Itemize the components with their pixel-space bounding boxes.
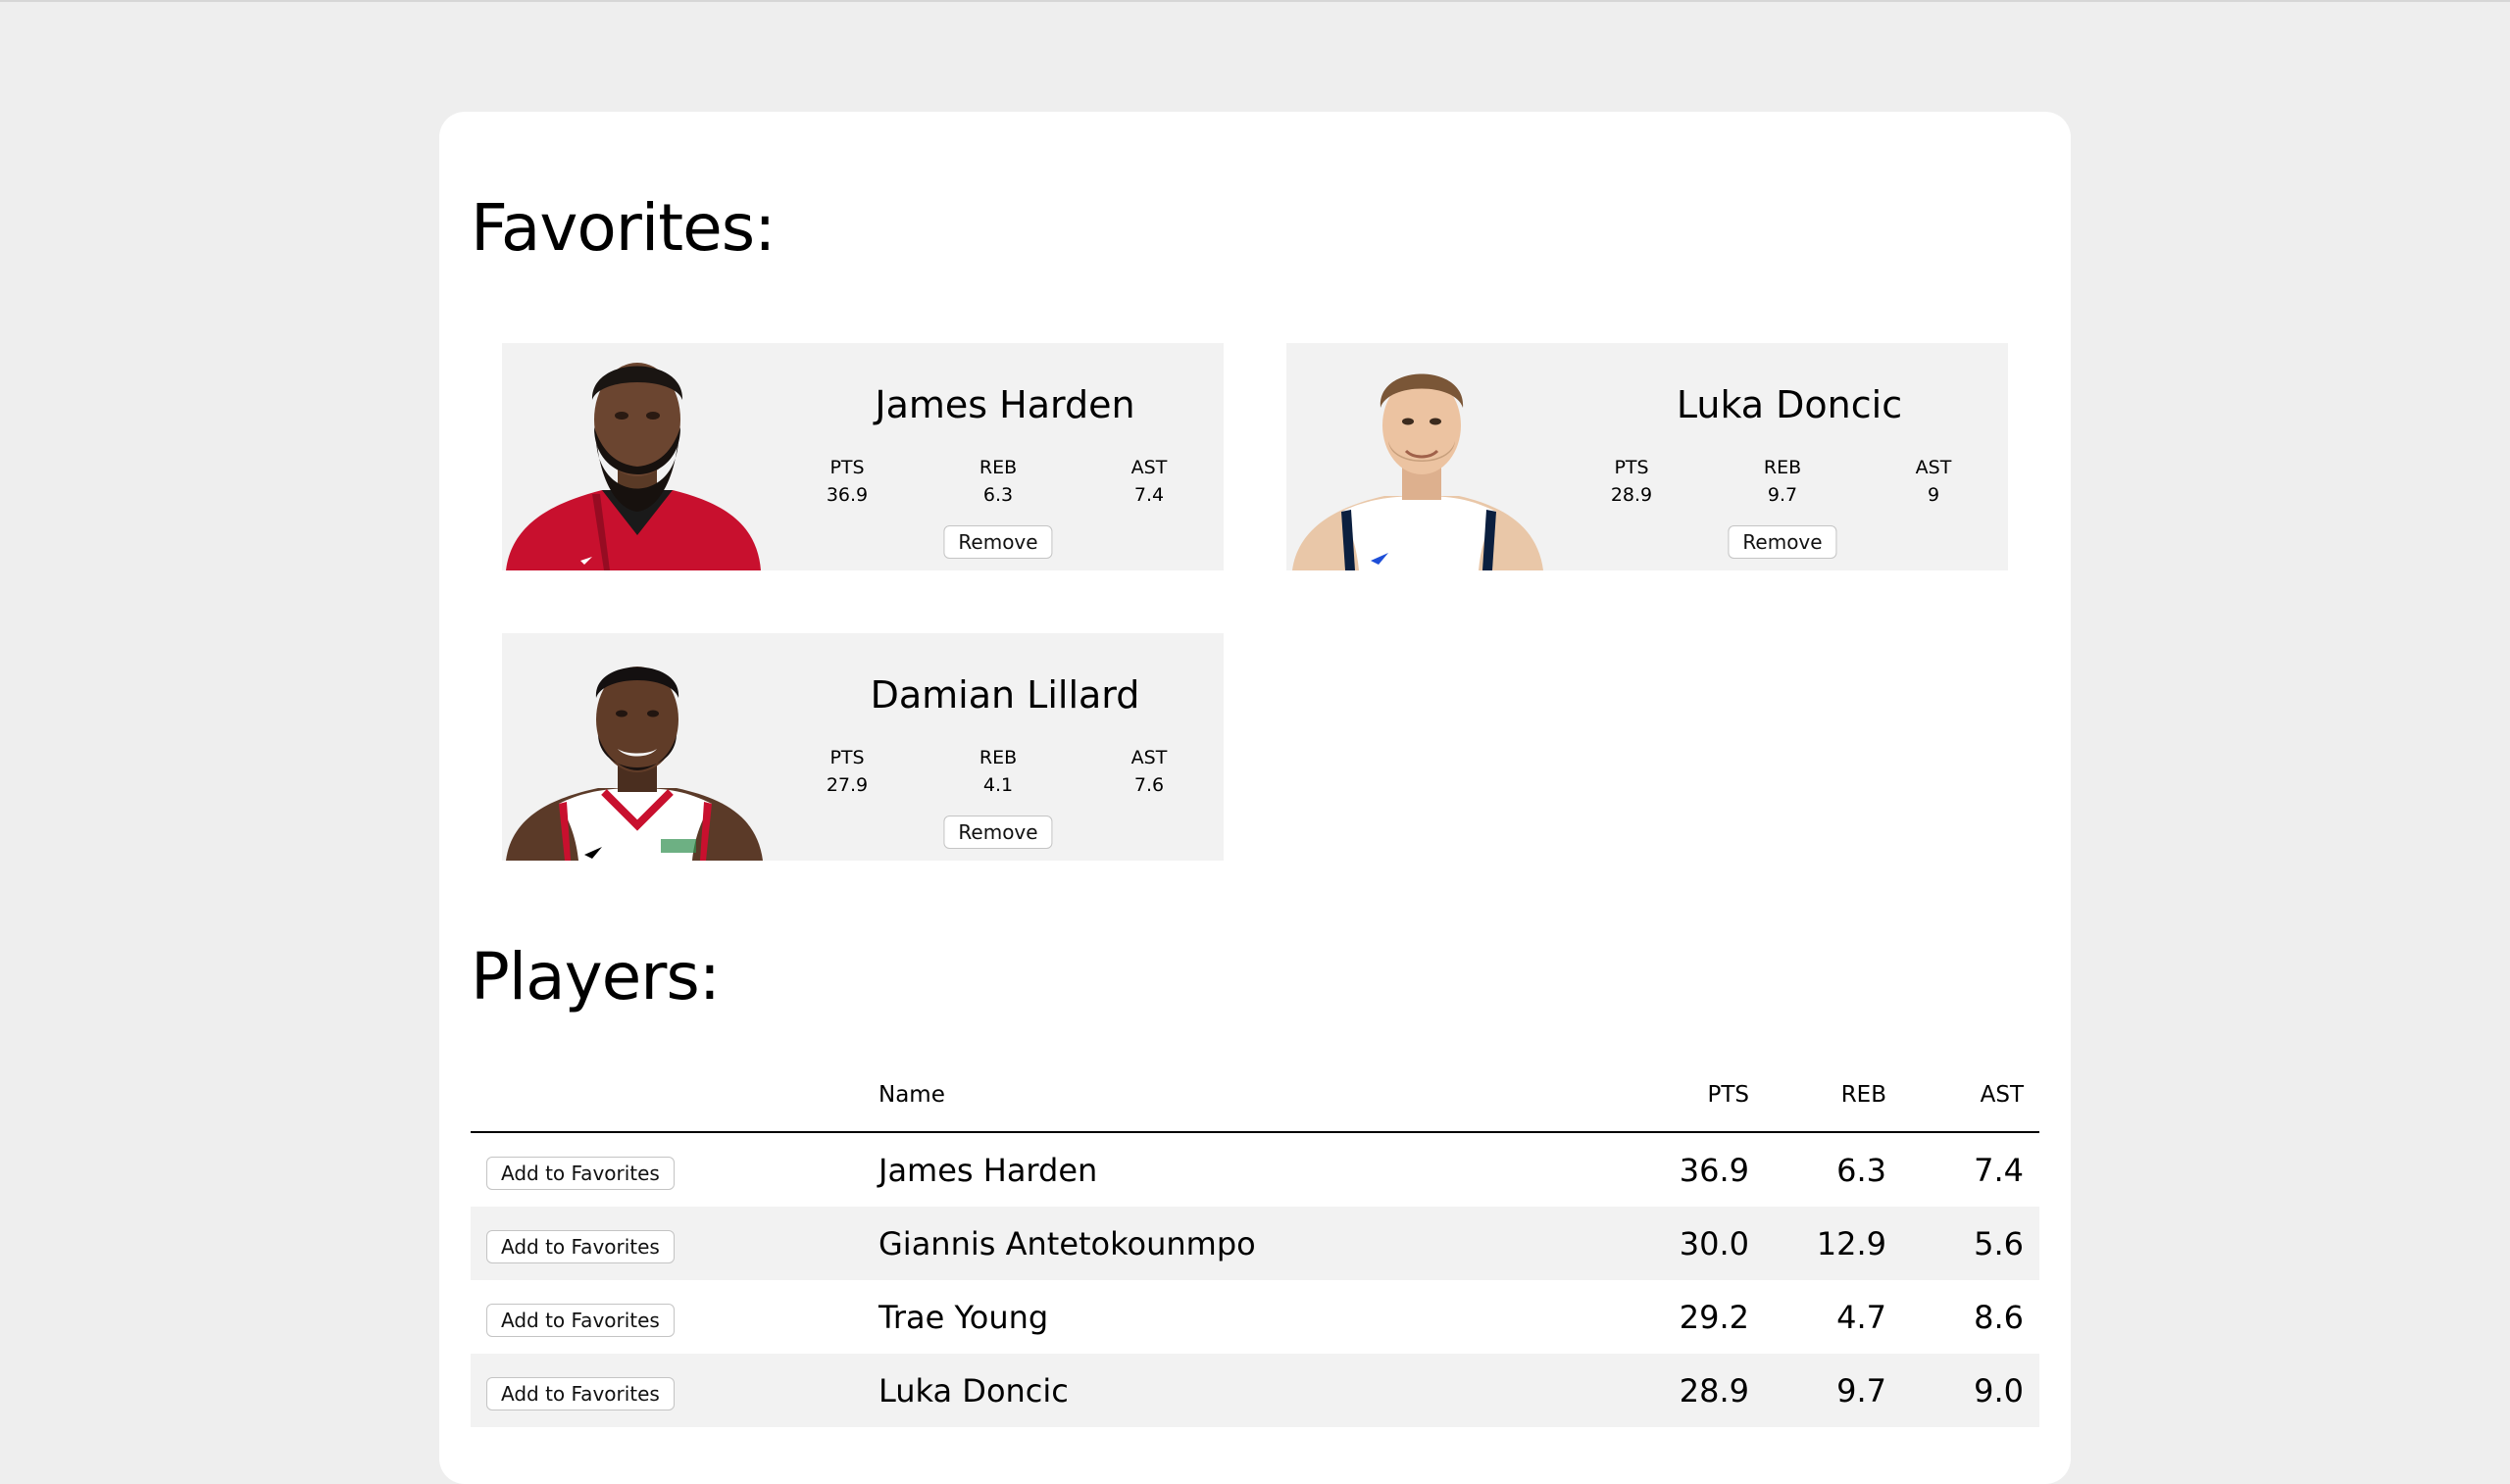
stat-label: PTS: [1614, 457, 1649, 478]
add-to-favorites-button[interactable]: Add to Favorites: [486, 1156, 675, 1190]
stat-value: 9: [1927, 484, 1940, 506]
player-photo-damian-lillard: [506, 667, 763, 861]
ast-cell: 5.6: [1902, 1207, 2039, 1280]
player-photo-luka-doncic: [1292, 373, 1543, 570]
remove-button[interactable]: Remove: [943, 525, 1053, 559]
add-to-favorites-button[interactable]: Add to Favorites: [486, 1376, 675, 1410]
actions-cell: Add to Favorites: [471, 1354, 863, 1427]
stat-reb: REB 6.3: [949, 454, 1047, 509]
main-panel: Favorites: James Harden PTS 36.9 REB 6.3…: [439, 112, 2071, 1484]
reb-cell: 12.9: [1765, 1207, 1902, 1280]
header-actions: [471, 1059, 863, 1133]
stat-label: REB: [979, 457, 1018, 478]
header-ast: AST: [1902, 1059, 2039, 1133]
stat-reb: REB 4.1: [949, 744, 1047, 799]
stat-label: PTS: [829, 747, 865, 768]
stat-value: 4.1: [982, 774, 1014, 796]
player-name-cell: Luka Doncic: [863, 1354, 1628, 1427]
stat-label: AST: [1130, 457, 1168, 478]
stat-ast: AST 7.6: [1100, 744, 1198, 799]
favorite-player-name: Damian Lillard: [870, 673, 1140, 717]
player-name-cell: Giannis Antetokounmpo: [863, 1207, 1628, 1280]
player-name-cell: Trae Young: [878, 1298, 1049, 1336]
favorite-player-name: Luka Doncic: [1676, 383, 1903, 426]
stat-value: 7.4: [1133, 484, 1165, 506]
player-photo-james-harden: [506, 363, 761, 570]
stat-value: 27.9: [826, 774, 869, 796]
actions-cell: Add to Favorites: [471, 1280, 863, 1354]
header-reb: REB: [1765, 1059, 1902, 1133]
pts-cell: 29.2: [1679, 1298, 1749, 1336]
window-top-border: [0, 0, 2510, 2]
stat-ast: AST 7.4: [1100, 454, 1198, 509]
add-to-favorites-button[interactable]: Add to Favorites: [486, 1229, 675, 1263]
header-pts: PTS: [1628, 1059, 1765, 1133]
pts-cell: 36.9: [1679, 1151, 1749, 1189]
stat-value: 7.6: [1133, 774, 1165, 796]
stat-value: 36.9: [826, 484, 869, 506]
favorite-card-info: James Harden PTS 36.9 REB 6.3 AST 7.4 Re…: [786, 343, 1224, 570]
favorite-player-name: James Harden: [875, 383, 1135, 426]
favorite-card-james-harden: James Harden PTS 36.9 REB 6.3 AST 7.4 Re…: [502, 343, 1224, 570]
table-row: Add to Favorites James Harden 36.9 6.3 7…: [471, 1132, 2039, 1207]
stat-label: REB: [979, 747, 1018, 768]
table-row: Add to Favorites Giannis Antetokounmpo 3…: [471, 1207, 2039, 1280]
ast-cell: 9.0: [1902, 1354, 2039, 1427]
add-to-favorites-button[interactable]: Add to Favorites: [486, 1303, 675, 1337]
stat-label: AST: [1130, 747, 1168, 768]
pts-cell: 30.0: [1628, 1207, 1765, 1280]
player-name-cell: James Harden: [878, 1151, 1098, 1189]
favorite-card-info: Damian Lillard PTS 27.9 REB 4.1 AST 7.6 …: [786, 633, 1224, 861]
ast-cell: 7.4: [1974, 1151, 2024, 1189]
table-row: Add to Favorites Trae Young 29.2 4.7 8.6: [471, 1280, 2039, 1354]
stat-value: 6.3: [982, 484, 1014, 506]
remove-button[interactable]: Remove: [943, 816, 1053, 849]
favorite-card-luka-doncic: Luka Doncic PTS 28.9 REB 9.7 AST 9 Remov…: [1286, 343, 2008, 570]
players-table: Name PTS REB AST Add to Favorites James …: [471, 1059, 2039, 1427]
stat-value: 9.7: [1767, 484, 1798, 506]
stat-label: PTS: [829, 457, 865, 478]
players-heading: Players:: [471, 939, 721, 1014]
actions-cell: Add to Favorites: [471, 1132, 863, 1207]
reb-cell: 6.3: [1836, 1151, 1886, 1189]
stat-pts: PTS 28.9: [1582, 454, 1681, 509]
favorite-card-damian-lillard: Damian Lillard PTS 27.9 REB 4.1 AST 7.6 …: [502, 633, 1224, 861]
stat-ast: AST 9: [1884, 454, 1983, 509]
stat-pts: PTS 27.9: [798, 744, 896, 799]
favorite-card-info: Luka Doncic PTS 28.9 REB 9.7 AST 9 Remov…: [1571, 343, 2008, 570]
pts-cell: 28.9: [1628, 1354, 1765, 1427]
stat-reb: REB 9.7: [1733, 454, 1832, 509]
remove-button[interactable]: Remove: [1728, 525, 1837, 559]
favorites-heading: Favorites:: [471, 190, 776, 266]
table-header-row: Name PTS REB AST: [471, 1059, 2039, 1133]
table-row: Add to Favorites Luka Doncic 28.9 9.7 9.…: [471, 1354, 2039, 1427]
header-name: Name: [863, 1059, 1628, 1133]
reb-cell: 4.7: [1836, 1298, 1886, 1336]
actions-cell: Add to Favorites: [471, 1207, 863, 1280]
stat-pts: PTS 36.9: [798, 454, 896, 509]
stat-label: AST: [1915, 457, 1952, 478]
ast-cell: 8.6: [1974, 1298, 2024, 1336]
stat-label: REB: [1763, 457, 1802, 478]
stat-value: 28.9: [1610, 484, 1653, 506]
reb-cell: 9.7: [1765, 1354, 1902, 1427]
